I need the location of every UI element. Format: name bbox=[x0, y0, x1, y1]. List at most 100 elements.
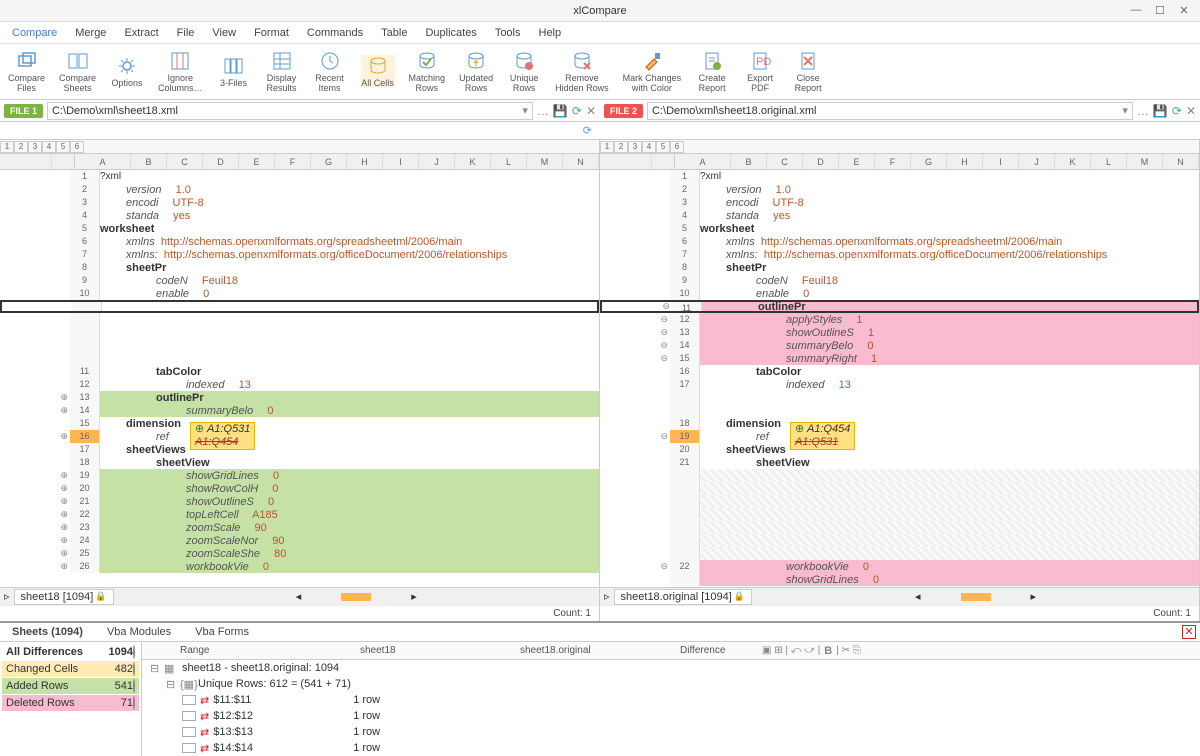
table-row[interactable]: 5worksheet bbox=[600, 222, 1199, 235]
col-A[interactable]: A bbox=[75, 154, 131, 169]
menu-tools[interactable]: Tools bbox=[487, 24, 529, 42]
outline-level-5[interactable]: 5 bbox=[656, 141, 670, 153]
col-L[interactable]: L bbox=[491, 154, 527, 169]
col-J[interactable]: J bbox=[419, 154, 455, 169]
outline-level-5[interactable]: 5 bbox=[56, 141, 70, 153]
diff-row[interactable]: ⇄$12:$121 row bbox=[142, 708, 1200, 724]
table-row[interactable]: 7xmlns: http://schemas.openxmlformats.or… bbox=[600, 248, 1199, 261]
maximize-button[interactable]: ☐ bbox=[1152, 4, 1168, 17]
col-M[interactable]: M bbox=[527, 154, 563, 169]
outline-level-4[interactable]: 4 bbox=[42, 141, 56, 153]
file2-more-icon[interactable]: … bbox=[1137, 104, 1149, 118]
menu-merge[interactable]: Merge bbox=[67, 24, 114, 42]
col-C[interactable]: C bbox=[767, 154, 803, 169]
table-row[interactable]: 8sheetPr bbox=[0, 261, 599, 274]
table-row[interactable]: ⊕21showOutlineS 0 bbox=[0, 495, 599, 508]
table-row[interactable]: 17sheetViews bbox=[0, 443, 599, 456]
col-H[interactable]: H bbox=[947, 154, 983, 169]
bottom-tab-2[interactable]: Vba Forms bbox=[183, 623, 261, 641]
table-row[interactable]: 7xmlns: http://schemas.openxmlformats.or… bbox=[0, 248, 599, 261]
table-row[interactable]: 9codeN Feuil18 bbox=[0, 274, 599, 287]
ribbon-brush[interactable]: Mark Changes with Color bbox=[623, 50, 682, 94]
diff-row[interactable]: ⇄$13:$131 row bbox=[142, 724, 1200, 740]
ribbon-grid[interactable]: Display Results bbox=[265, 50, 299, 94]
menu-view[interactable]: View bbox=[204, 24, 244, 42]
table-row[interactable] bbox=[0, 339, 599, 352]
file1-more-icon[interactable]: … bbox=[537, 104, 549, 118]
outline-level-4[interactable]: 4 bbox=[642, 141, 656, 153]
diff-toolbar[interactable]: ▣ ⊞ | ⤺ ⤻ | B | ✂ ⎘ bbox=[762, 645, 861, 657]
table-row[interactable]: 2version 1.0 bbox=[600, 183, 1199, 196]
grid-right[interactable]: 1?xml2version 1.03encodi UTF-84standa ye… bbox=[600, 170, 1199, 587]
table-row[interactable] bbox=[600, 508, 1199, 521]
table-row[interactable]: 20sheetViews bbox=[600, 443, 1199, 456]
table-row[interactable]: 18sheetView bbox=[0, 456, 599, 469]
sheet-tab-left[interactable]: sheet18 [1094]🔒 bbox=[14, 589, 114, 605]
ribbon-clock[interactable]: Recent Items bbox=[313, 50, 347, 94]
table-row[interactable]: 8sheetPr bbox=[600, 261, 1199, 274]
ribbon-dbu[interactable]: Updated Rows bbox=[459, 50, 493, 94]
outline-level-3[interactable]: 3 bbox=[628, 141, 642, 153]
save2-icon[interactable]: 💾 bbox=[1153, 104, 1168, 118]
table-row[interactable]: ⊕19showGridLines 0 bbox=[0, 469, 599, 482]
table-row[interactable]: 1?xml bbox=[0, 170, 599, 183]
col-M[interactable]: M bbox=[1127, 154, 1163, 169]
close-panel-icon[interactable]: ✕ bbox=[1182, 625, 1196, 639]
col-K[interactable]: K bbox=[455, 154, 491, 169]
col-G[interactable]: G bbox=[911, 154, 947, 169]
ribbon-three[interactable]: 3-Files bbox=[217, 55, 251, 89]
menu-table[interactable]: Table bbox=[373, 24, 415, 42]
table-row[interactable]: ⊕14summaryBelo 0 bbox=[0, 404, 599, 417]
table-row[interactable]: ⊕16ref⊕ A1:Q531A1:Q454 bbox=[0, 430, 599, 443]
table-row[interactable]: ⊖14summaryBelo 0 bbox=[600, 339, 1199, 352]
minimize-button[interactable]: — bbox=[1128, 4, 1144, 17]
col-C[interactable]: C bbox=[167, 154, 203, 169]
table-row[interactable]: 9codeN Feuil18 bbox=[600, 274, 1199, 287]
table-row[interactable]: ⊕23zoomScale 90 bbox=[0, 521, 599, 534]
table-row[interactable]: 10enable 0 bbox=[600, 287, 1199, 300]
table-row[interactable]: ⊖22workbookVie 0 bbox=[600, 560, 1199, 573]
diff-row[interactable]: ⇄$14:$141 row bbox=[142, 740, 1200, 756]
summary-all[interactable]: All Differences1094 bbox=[2, 644, 139, 660]
ribbon-gear[interactable]: Options bbox=[110, 55, 144, 89]
col-H[interactable]: H bbox=[347, 154, 383, 169]
table-row[interactable]: 3encodi UTF-8 bbox=[0, 196, 599, 209]
outline-level-6[interactable]: 6 bbox=[670, 141, 684, 153]
menu-extract[interactable]: Extract bbox=[116, 24, 166, 42]
table-row[interactable] bbox=[600, 534, 1199, 547]
save-icon[interactable]: 💾 bbox=[553, 104, 568, 118]
summary-deleted[interactable]: Deleted Rows71 bbox=[2, 695, 139, 711]
table-row[interactable] bbox=[0, 300, 599, 313]
col-N[interactable]: N bbox=[563, 154, 599, 169]
close-file-icon[interactable]: ✕ bbox=[586, 104, 596, 118]
col-I[interactable]: I bbox=[383, 154, 419, 169]
col-K[interactable]: K bbox=[1055, 154, 1091, 169]
table-row[interactable]: 4standa yes bbox=[0, 209, 599, 222]
col-D[interactable]: D bbox=[203, 154, 239, 169]
table-row[interactable]: 3encodi UTF-8 bbox=[600, 196, 1199, 209]
outline-level-6[interactable]: 6 bbox=[70, 141, 84, 153]
sheet-tab-right[interactable]: sheet18.original [1094]🔒 bbox=[614, 589, 753, 605]
table-row[interactable] bbox=[600, 547, 1199, 560]
table-row[interactable] bbox=[600, 482, 1199, 495]
table-row[interactable]: ⊕24zoomScaleNor 90 bbox=[0, 534, 599, 547]
table-row[interactable]: 10enable 0 bbox=[0, 287, 599, 300]
table-row[interactable]: ⊕13outlinePr bbox=[0, 391, 599, 404]
ribbon-closerep[interactable]: Close Report bbox=[791, 50, 825, 94]
col-L[interactable]: L bbox=[1091, 154, 1127, 169]
ribbon-sheets[interactable]: Compare Sheets bbox=[59, 50, 96, 94]
ribbon-pdf[interactable]: PDFExport PDF bbox=[743, 50, 777, 94]
close-file2-icon[interactable]: ✕ bbox=[1186, 104, 1196, 118]
sheet-nav2-icon[interactable]: ▹ bbox=[604, 590, 610, 603]
ribbon-dbr[interactable]: Remove Hidden Rows bbox=[555, 50, 609, 94]
table-row[interactable]: 11tabColor bbox=[0, 365, 599, 378]
file1-path[interactable]: C:\Demo\xml\sheet18.xml▾ bbox=[47, 102, 533, 120]
table-row[interactable] bbox=[600, 404, 1199, 417]
outline-level-3[interactable]: 3 bbox=[28, 141, 42, 153]
menu-compare[interactable]: Compare bbox=[4, 24, 65, 42]
menu-file[interactable]: File bbox=[169, 24, 203, 42]
col-G[interactable]: G bbox=[311, 154, 347, 169]
col-F[interactable]: F bbox=[275, 154, 311, 169]
checkbox[interactable] bbox=[182, 711, 196, 721]
table-row[interactable]: 6xmlns http://schemas.openxmlformats.org… bbox=[0, 235, 599, 248]
